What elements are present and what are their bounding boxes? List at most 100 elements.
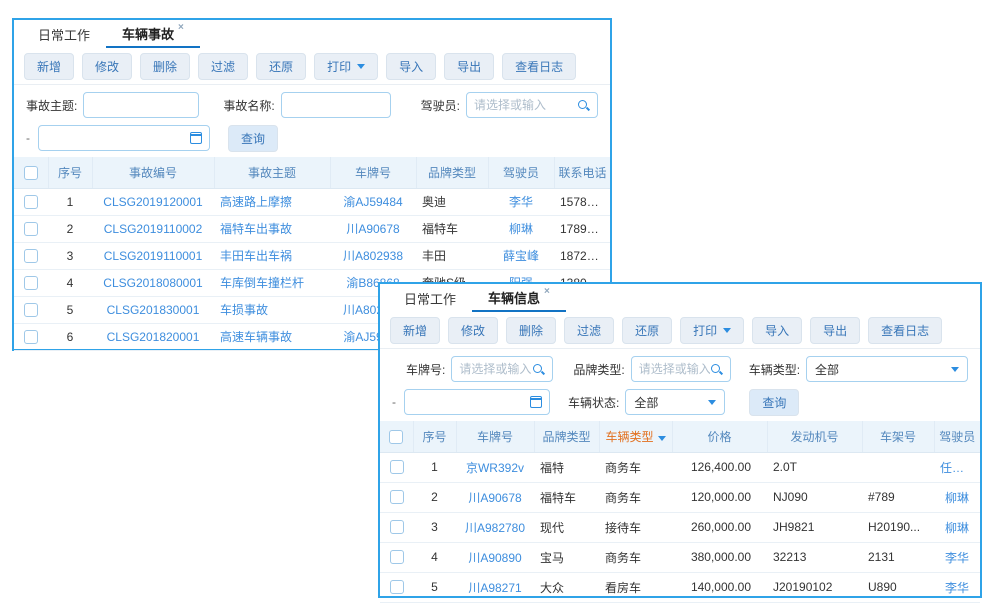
row-checkbox[interactable] <box>24 303 38 317</box>
column-header-price[interactable]: 价格 <box>672 421 767 452</box>
export-button[interactable]: 导出 <box>444 53 494 80</box>
accident-subject-field[interactable] <box>83 92 199 118</box>
table-cell-link[interactable]: 京WR392v <box>456 452 534 482</box>
table-cell-link[interactable]: 川A982780 <box>456 512 534 542</box>
table-cell-link[interactable]: 车损事故 <box>214 296 330 323</box>
edit-button[interactable]: 修改 <box>448 317 498 344</box>
print-button[interactable]: 打印 <box>680 317 744 344</box>
table-cell-link[interactable]: 丰田车出车祸 <box>214 242 330 269</box>
table-cell-link[interactable]: 李华 <box>934 542 980 572</box>
export-button[interactable]: 导出 <box>810 317 860 344</box>
vehicle-type-select[interactable]: 全部 <box>806 356 968 382</box>
row-checkbox[interactable] <box>24 330 38 344</box>
brand-field[interactable] <box>631 356 731 382</box>
date-input[interactable] <box>46 131 190 145</box>
calendar-icon[interactable] <box>190 132 202 144</box>
add-button[interactable]: 新增 <box>390 317 440 344</box>
vehicle-status-select[interactable]: 全部 <box>625 389 725 415</box>
accident-subject-input[interactable] <box>91 98 191 112</box>
table-cell-link[interactable]: 川A90678 <box>456 482 534 512</box>
tab-vehicle-info[interactable]: 车辆信息 <box>472 284 566 312</box>
edit-button[interactable]: 修改 <box>82 53 132 80</box>
filter-button[interactable]: 过滤 <box>564 317 614 344</box>
table-cell-link[interactable]: 福特车出事故 <box>214 215 330 242</box>
table-cell-link[interactable]: 薛宝峰 <box>488 242 554 269</box>
print-button[interactable]: 打印 <box>314 53 378 80</box>
table-cell-link[interactable]: CLSG201820001 <box>92 323 214 350</box>
restore-button[interactable]: 还原 <box>256 53 306 80</box>
column-header-serial[interactable]: 序号 <box>48 157 92 188</box>
row-checkbox[interactable] <box>390 580 404 594</box>
close-icon[interactable] <box>544 287 550 297</box>
row-checkbox[interactable] <box>24 222 38 236</box>
tab-daily-work[interactable]: 日常工作 <box>22 20 106 48</box>
table-cell-link[interactable]: 车库倒车撞栏杆 <box>214 269 330 296</box>
date-input[interactable] <box>412 395 530 409</box>
row-checkbox[interactable] <box>390 460 404 474</box>
driver-input[interactable] <box>474 98 577 112</box>
accident-name-input[interactable] <box>289 98 383 112</box>
row-checkbox[interactable] <box>24 249 38 263</box>
view-log-button[interactable]: 查看日志 <box>502 53 576 80</box>
table-cell-link[interactable]: 高速车辆事故 <box>214 323 330 350</box>
row-checkbox[interactable] <box>24 276 38 290</box>
sort-caret-icon[interactable] <box>658 436 666 441</box>
filter-button[interactable]: 过滤 <box>198 53 248 80</box>
table-cell-link[interactable]: CLSG201830001 <box>92 296 214 323</box>
row-checkbox[interactable] <box>24 195 38 209</box>
query-button[interactable]: 查询 <box>228 125 278 152</box>
column-header-driver[interactable]: 驾驶员 <box>934 421 980 452</box>
table-cell-link[interactable]: 川A90678 <box>330 215 416 242</box>
table-cell-link[interactable]: 李华 <box>488 188 554 215</box>
view-log-button[interactable]: 查看日志 <box>868 317 942 344</box>
restore-button[interactable]: 还原 <box>622 317 672 344</box>
tab-vehicle-accidents[interactable]: 车辆事故 <box>106 20 200 48</box>
column-header-brand[interactable]: 品牌类型 <box>416 157 488 188</box>
select-all-checkbox[interactable] <box>24 166 38 180</box>
add-button[interactable]: 新增 <box>24 53 74 80</box>
table-cell-link[interactable]: 川A90890 <box>456 542 534 572</box>
select-all-checkbox[interactable] <box>389 430 403 444</box>
table-cell-link[interactable]: CLSG2019110001 <box>92 242 214 269</box>
table-cell-link[interactable]: CLSG2019120001 <box>92 188 214 215</box>
table-cell-link[interactable]: 高速路上摩擦 <box>214 188 330 215</box>
table-cell-link[interactable]: CLSG2019110002 <box>92 215 214 242</box>
column-header-brand[interactable]: 品牌类型 <box>534 421 599 452</box>
table-cell-link[interactable]: 李华 <box>934 572 980 602</box>
close-icon[interactable] <box>178 23 184 33</box>
table-cell-link[interactable]: 柳琳 <box>934 512 980 542</box>
table-cell-link[interactable]: 川A802938 <box>330 242 416 269</box>
column-header-plate[interactable]: 车牌号 <box>330 157 416 188</box>
search-icon[interactable] <box>532 363 545 376</box>
row-checkbox[interactable] <box>390 520 404 534</box>
table-cell-link[interactable]: CLSG2018080001 <box>92 269 214 296</box>
column-header-frame-no[interactable]: 车架号 <box>862 421 934 452</box>
tab-daily-work[interactable]: 日常工作 <box>388 284 472 312</box>
import-button[interactable]: 导入 <box>752 317 802 344</box>
column-header-driver[interactable]: 驾驶员 <box>488 157 554 188</box>
column-header-engine-no[interactable]: 发动机号 <box>767 421 862 452</box>
row-checkbox[interactable] <box>390 550 404 564</box>
table-cell-link[interactable]: 渝AJ59484 <box>330 188 416 215</box>
calendar-icon[interactable] <box>530 396 542 408</box>
query-button[interactable]: 查询 <box>749 389 799 416</box>
column-header-accident-subject[interactable]: 事故主题 <box>214 157 330 188</box>
plate-input[interactable] <box>459 362 532 376</box>
plate-field[interactable] <box>451 356 553 382</box>
table-cell-link[interactable]: 川A98271 <box>456 572 534 602</box>
column-header-accident-no[interactable]: 事故编号 <box>92 157 214 188</box>
column-header-plate[interactable]: 车牌号 <box>456 421 534 452</box>
table-cell-link[interactable]: 任晓缘 <box>934 452 980 482</box>
column-header-vehicle-type[interactable]: 车辆类型 <box>599 421 672 452</box>
brand-input[interactable] <box>639 362 710 376</box>
row-checkbox[interactable] <box>390 490 404 504</box>
import-button[interactable]: 导入 <box>386 53 436 80</box>
table-cell-link[interactable]: 柳琳 <box>488 215 554 242</box>
column-header-serial[interactable]: 序号 <box>413 421 456 452</box>
date-field[interactable] <box>404 389 550 415</box>
table-cell-link[interactable]: 柳琳 <box>934 482 980 512</box>
delete-button[interactable]: 删除 <box>506 317 556 344</box>
driver-field[interactable] <box>466 92 598 118</box>
search-icon[interactable] <box>710 363 723 376</box>
accident-name-field[interactable] <box>281 92 391 118</box>
